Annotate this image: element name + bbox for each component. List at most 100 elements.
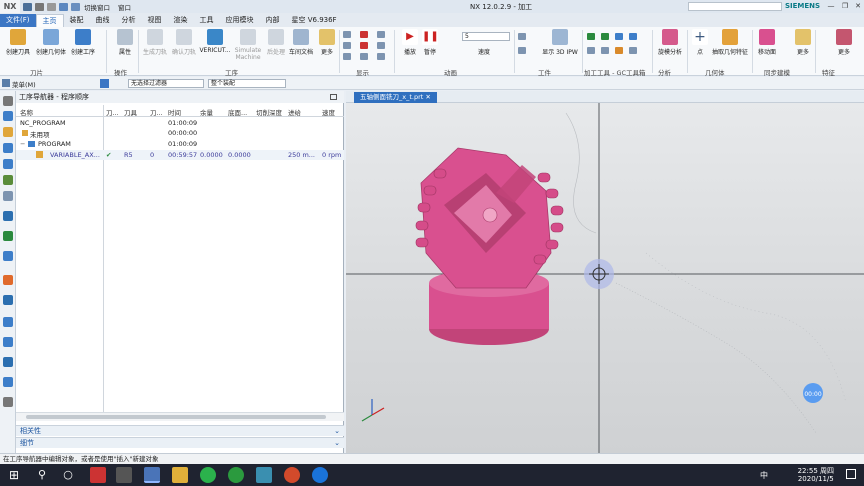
restore-icon[interactable]: ❐ — [840, 2, 850, 11]
tab-curve[interactable]: 曲线 — [90, 14, 116, 27]
tab-file[interactable]: 文件(F) — [0, 14, 36, 27]
fixture-icon[interactable] — [3, 377, 13, 387]
gc-tool-icon[interactable] — [601, 47, 609, 54]
graphics-window[interactable]: 五轴侧面铣刀_x_t.prt ✕ 00:00 — [346, 91, 864, 453]
gc-tool-icon[interactable] — [587, 33, 595, 40]
search-icon[interactable]: ⚲ — [34, 467, 50, 483]
scope-select[interactable]: 整个装配 — [208, 79, 286, 88]
collapse-icon[interactable]: − — [20, 140, 25, 148]
workpiece-option-icon[interactable] — [518, 33, 526, 40]
maximize-panel-icon[interactable] — [330, 94, 337, 100]
file-explorer-icon[interactable] — [172, 467, 188, 483]
clock-icon[interactable] — [3, 317, 13, 327]
reuse-library-icon[interactable] — [3, 175, 13, 185]
dependencies-panel[interactable]: 相关性 ⌄ — [16, 425, 344, 436]
close-icon[interactable]: ✕ — [853, 2, 863, 11]
app-icon[interactable] — [90, 467, 106, 483]
tab-render[interactable]: 渲染 — [168, 14, 194, 27]
scrollbar-thumb[interactable] — [26, 415, 326, 419]
workpiece-model[interactable] — [415, 147, 564, 345]
machine-navigator-icon[interactable] — [3, 143, 13, 153]
process-studio-icon[interactable] — [3, 275, 13, 285]
gc-tool-icon[interactable] — [629, 33, 637, 40]
display-option-icon[interactable] — [377, 53, 385, 60]
filter-icon[interactable] — [100, 79, 109, 88]
more-button[interactable]: 更多 — [793, 29, 813, 56]
system-clock[interactable]: 22:55 周四 2020/11/5 — [798, 467, 834, 483]
display-option-icon[interactable] — [360, 31, 368, 38]
workpiece-option-icon[interactable] — [518, 47, 526, 54]
gc-tool-icon[interactable] — [615, 33, 623, 40]
web-browser-icon[interactable] — [3, 211, 13, 221]
app-icon[interactable] — [312, 467, 328, 483]
speed-input[interactable]: 5 — [462, 32, 510, 41]
machine-tool-icon[interactable] — [3, 397, 13, 407]
create-tool-button[interactable]: 创建刀具 — [4, 29, 32, 56]
palette-icon[interactable] — [3, 337, 13, 347]
part-navigator-icon[interactable] — [3, 127, 13, 137]
tab-home[interactable]: 主页 — [35, 14, 64, 27]
roles-icon[interactable] — [3, 295, 13, 305]
operation-navigator-icon[interactable] — [3, 111, 13, 121]
display-option-icon[interactable] — [360, 42, 368, 49]
system-materials-icon[interactable] — [3, 251, 13, 261]
notification-icon[interactable] — [846, 469, 856, 479]
play-button[interactable]: ▶ 播放 — [400, 29, 420, 56]
app-icon[interactable] — [228, 467, 244, 483]
model-view[interactable]: 00:00 — [346, 103, 864, 453]
history-icon[interactable] — [3, 231, 13, 241]
window-menu-button[interactable]: 窗口 — [118, 2, 131, 12]
assembly-navigator-icon[interactable] — [3, 159, 13, 169]
tab-applications[interactable]: 应用模块 — [220, 14, 260, 27]
switch-window-button[interactable]: 切换窗口 — [84, 2, 110, 12]
display-option-icon[interactable] — [343, 42, 351, 49]
app-icon[interactable] — [116, 467, 132, 483]
tab-analysis[interactable]: 分析 — [116, 14, 142, 27]
tab-assembly[interactable]: 装配 — [64, 14, 90, 27]
tab-internal[interactable]: 内部 — [260, 14, 286, 27]
ime-indicator[interactable]: 中 — [760, 470, 768, 481]
tab-xingkong[interactable]: 星空 V6.936F — [286, 14, 343, 27]
details-panel[interactable]: 细节 ⌄ — [16, 437, 344, 448]
create-geometry-button[interactable]: 创建几何体 — [34, 29, 68, 56]
windows-start-icon[interactable]: ⊞ — [6, 467, 22, 483]
display-option-icon[interactable] — [377, 42, 385, 49]
properties-button[interactable]: 属性 — [114, 29, 136, 56]
tool-library-icon[interactable] — [3, 357, 13, 367]
simulate-machine-button[interactable]: Simulate Machine — [232, 29, 264, 61]
gc-tool-icon[interactable] — [587, 47, 595, 54]
save-icon[interactable] — [23, 2, 32, 11]
more-button[interactable]: 更多 — [834, 29, 854, 56]
undo-icon[interactable] — [35, 2, 44, 11]
postprocess-button[interactable]: 后处理 — [265, 29, 287, 56]
create-operation-button[interactable]: 创建工序 — [69, 29, 97, 56]
tab-tools[interactable]: 工具 — [194, 14, 220, 27]
gc-tool-icon[interactable] — [615, 47, 623, 54]
display-option-icon[interactable] — [343, 31, 351, 38]
show-3d-ipw-button[interactable]: 显示 3D IPW — [540, 29, 580, 56]
display-option-icon[interactable] — [343, 53, 351, 60]
command-search-input[interactable] — [688, 2, 782, 11]
vericut-button[interactable]: VERICUT... — [199, 29, 231, 54]
app-icon[interactable] — [256, 467, 272, 483]
minimize-icon[interactable]: — — [826, 2, 836, 11]
gc-tool-icon[interactable] — [601, 33, 609, 40]
gc-tool-icon[interactable] — [629, 47, 637, 54]
display-option-icon[interactable] — [377, 31, 385, 38]
cut-icon[interactable] — [59, 2, 68, 11]
pause-button[interactable]: ❚❚ 暂停 — [420, 29, 440, 56]
analysis-button[interactable]: 旋模分析 — [655, 29, 685, 56]
menu-icon[interactable] — [2, 79, 10, 87]
redo-icon[interactable] — [47, 2, 56, 11]
menu-button[interactable]: 菜单(M) — [12, 79, 36, 89]
display-option-icon[interactable] — [360, 53, 368, 60]
extract-geometry-button[interactable]: 抽取几何特征 — [710, 29, 750, 56]
part-file-tab[interactable]: 五轴侧面铣刀_x_t.prt ✕ — [354, 92, 437, 103]
tab-view[interactable]: 视图 — [142, 14, 168, 27]
hd3d-icon[interactable] — [3, 191, 13, 201]
more-button[interactable]: 更多 — [316, 29, 338, 56]
copy-icon[interactable] — [71, 2, 80, 11]
generate-path-button[interactable]: 生成刀轨 — [141, 29, 169, 56]
task-view-icon[interactable]: ○ — [60, 467, 76, 483]
move-face-button[interactable]: 移动面 — [755, 29, 779, 56]
